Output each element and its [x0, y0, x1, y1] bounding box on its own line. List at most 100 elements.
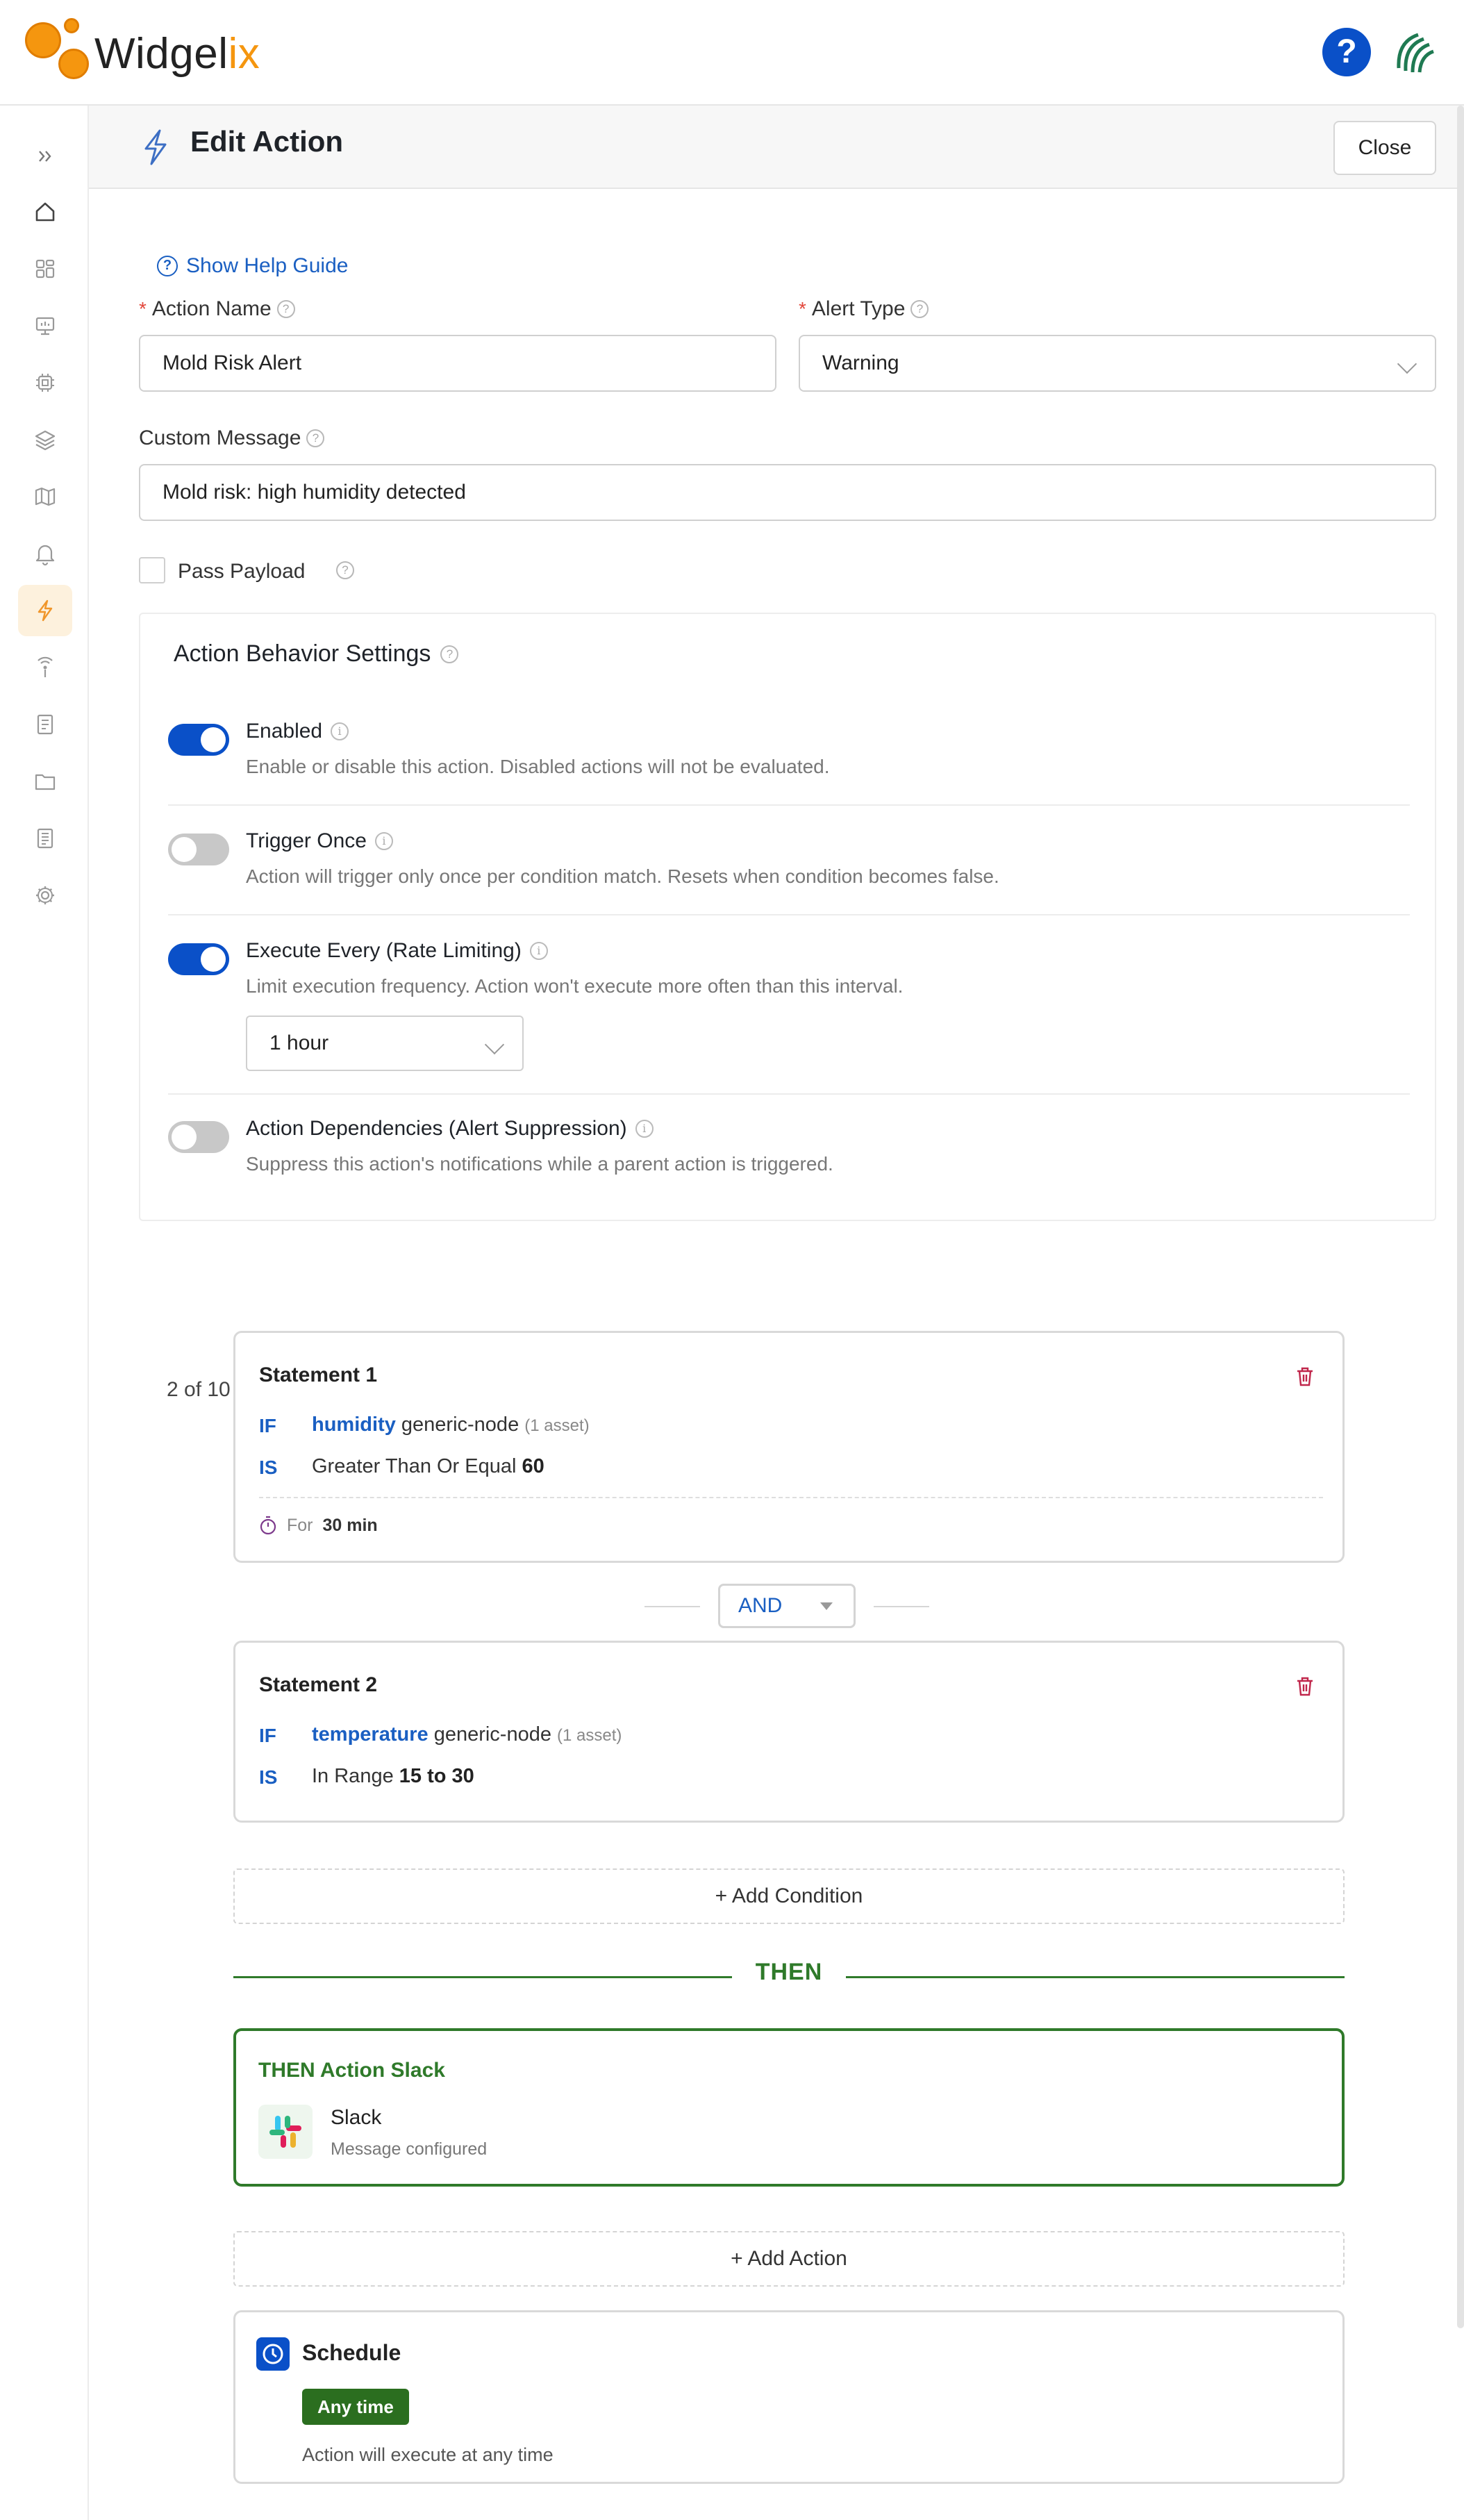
schedule-badge: Any time [302, 2389, 409, 2425]
enabled-toggle[interactable] [168, 724, 229, 756]
sidebar-actions-icon[interactable] [18, 585, 72, 636]
sidebar-expand-icon[interactable] [18, 131, 72, 182]
trigger-once-desc: Action will trigger only once per condit… [246, 865, 999, 887]
condition-subject: temperature generic-node (1 asset) [312, 1723, 622, 1746]
custom-message-input[interactable]: Mold risk: high humidity detected [139, 464, 1436, 521]
action-name-label: * Action Name ? [139, 297, 295, 321]
question-icon: ? [306, 429, 325, 447]
clock-icon [256, 2337, 290, 2371]
sidebar-folder-icon[interactable] [18, 756, 72, 807]
panel-header: Edit Action Close [89, 106, 1464, 189]
alert-type-select[interactable]: Warning [799, 335, 1436, 392]
divider [168, 1093, 1410, 1095]
condition-predicate: In Range 15 to 30 [312, 1765, 474, 1787]
action-dependencies-desc: Suppress this action's notifications whi… [246, 1153, 833, 1175]
pass-payload-label: Pass Payload [178, 560, 306, 583]
add-condition-button[interactable]: + Add Condition [233, 1868, 1345, 1924]
logo-dot-small [64, 18, 79, 33]
trash-icon[interactable] [1295, 1676, 1315, 1697]
user-avatar-icon[interactable] [1389, 28, 1438, 76]
chevron-down-icon [484, 1034, 505, 1055]
question-icon: ? [336, 561, 354, 579]
info-icon: i [529, 942, 548, 960]
app-name: Widgelix [94, 30, 260, 78]
is-keyword: IS [259, 1457, 278, 1478]
and-operator-select[interactable]: AND [718, 1584, 856, 1628]
bolt-icon [144, 129, 167, 165]
question-icon: ? [910, 300, 929, 318]
caret-down-icon [820, 1602, 833, 1610]
then-action-card[interactable]: THEN Action Slack Slack Message configur… [233, 2028, 1345, 2187]
enabled-desc: Enable or disable this action. Disabled … [246, 756, 830, 777]
info-icon: i [374, 832, 393, 850]
sidebar-map-icon[interactable] [18, 471, 72, 522]
sidebar [0, 106, 89, 2520]
sidebar-document-icon[interactable] [18, 813, 72, 864]
info-icon: i [331, 722, 349, 740]
divider [168, 804, 1410, 806]
sidebar-settings-icon[interactable] [18, 870, 72, 921]
sidebar-monitor-icon[interactable] [18, 300, 72, 351]
action-dependencies-toggle[interactable] [168, 1121, 229, 1153]
slack-icon [258, 2105, 313, 2159]
action-behavior-settings: Action Behavior Settings ? Enabled i Enab… [139, 613, 1436, 1221]
help-circle-icon: ? [157, 256, 178, 276]
sidebar-home-icon[interactable] [18, 186, 72, 238]
enabled-label: Enabled i [246, 720, 349, 743]
alert-type-label: * Alert Type ? [799, 297, 929, 321]
trigger-once-toggle[interactable] [168, 834, 229, 865]
stopwatch-icon [260, 1516, 276, 1535]
divider [168, 914, 1410, 915]
service-status: Message configured [331, 2139, 488, 2159]
custom-message-label: Custom Message ? [139, 426, 325, 450]
app-logo[interactable]: Widgelix [25, 18, 261, 88]
sidebar-bell-icon[interactable] [18, 528, 72, 579]
condition-subject: humidity generic-node (1 asset) [312, 1414, 590, 1436]
sidebar-device-icon[interactable] [18, 357, 72, 408]
condition-predicate: Greater Than Or Equal 60 [312, 1455, 544, 1477]
action-name-input[interactable]: Mold Risk Alert [139, 335, 776, 392]
schedule-desc: Action will execute at any time [302, 2444, 554, 2465]
question-icon: ? [440, 645, 459, 663]
top-bar: Widgelix ? [0, 0, 1464, 106]
settings-title: Action Behavior Settings ? [174, 640, 459, 668]
info-icon: i [635, 1120, 654, 1138]
is-keyword: IS [259, 1766, 278, 1788]
statement-title: Statement 1 [259, 1363, 378, 1386]
then-action-title: THEN Action Slack [258, 2059, 445, 2082]
statement-card-2[interactable]: Statement 2 IF temperature generic-node … [233, 1641, 1345, 1823]
execute-every-toggle[interactable] [168, 943, 229, 975]
sidebar-layers-icon[interactable] [18, 414, 72, 465]
schedule-card[interactable]: Schedule Any time Action will execute at… [233, 2310, 1345, 2484]
duration-row: For 30 min [259, 1515, 378, 1536]
sidebar-dashboard-icon[interactable] [18, 243, 72, 295]
if-keyword: IF [259, 1415, 276, 1436]
statement-card-1[interactable]: Statement 1 IF humidity generic-node (1 … [233, 1331, 1345, 1563]
then-divider: THEN [233, 1956, 1345, 1998]
statement-title: Statement 2 [259, 1673, 378, 1696]
chevron-down-icon [1397, 354, 1417, 374]
logo-dot-large [25, 22, 61, 58]
pass-payload-checkbox[interactable] [139, 557, 165, 583]
help-guide-label: Show Help Guide [186, 254, 349, 277]
scrollbar[interactable] [1457, 106, 1464, 2328]
close-button[interactable]: Close [1333, 121, 1436, 175]
separator [259, 1497, 1323, 1498]
execute-every-label: Execute Every (Rate Limiting) i [246, 939, 548, 963]
logic-operator-row: AND [644, 1584, 936, 1630]
sidebar-report-icon[interactable] [18, 699, 72, 750]
execute-every-desc: Limit execution frequency. Action won't … [246, 975, 904, 997]
question-icon: ? [276, 300, 295, 318]
help-button[interactable]: ? [1322, 28, 1371, 76]
action-dependencies-label: Action Dependencies (Alert Suppression) i [246, 1117, 654, 1141]
logo-dot-medium [58, 49, 89, 79]
add-action-button[interactable]: + Add Action [233, 2231, 1345, 2287]
rate-interval-select[interactable]: 1 hour [246, 1016, 524, 1071]
page-title: Edit Action [190, 125, 344, 158]
show-help-guide-link[interactable]: ? Show Help Guide [157, 254, 348, 278]
service-name: Slack [331, 2106, 382, 2129]
then-label: THEN [755, 1959, 823, 1985]
trash-icon[interactable] [1295, 1366, 1315, 1387]
schedule-title: Schedule [302, 2340, 401, 2365]
sidebar-signal-icon[interactable] [18, 642, 72, 693]
